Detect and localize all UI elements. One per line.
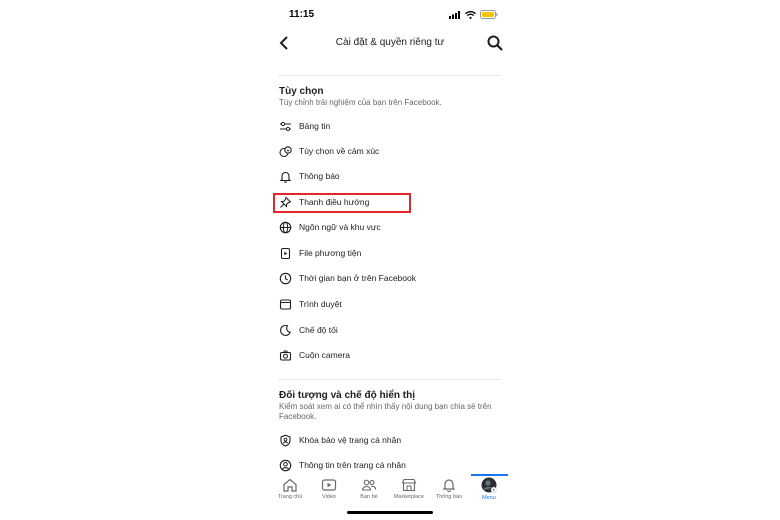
moon-icon (278, 323, 292, 337)
status-time: 11:15 (289, 9, 315, 20)
tab-label: Bạn bè (360, 494, 378, 500)
clock-icon (278, 271, 292, 285)
wifi-icon (465, 10, 476, 19)
section-divider (278, 75, 501, 76)
preferences-subtitle: Tùy chỉnh trải nghiệm của bạn trên Faceb… (279, 98, 442, 107)
settings-item-label: Khóa bảo vệ trang cá nhân (299, 435, 402, 445)
tab-marketplace[interactable]: Marketplace (390, 474, 428, 506)
settings-item-label: Chế độ tối (299, 325, 338, 335)
avatar-icon (481, 477, 497, 493)
video-icon (321, 479, 337, 491)
highlight-annotation-box (273, 193, 411, 213)
shield-user-icon (278, 433, 292, 447)
bottom-tab-bar: Trang chủ Video Bạn bè Marketplace Thông… (270, 474, 510, 506)
settings-item-label: Thông báo (299, 171, 340, 181)
section-divider (278, 379, 501, 380)
settings-item-label: Thời gian bạn ở trên Facebook (299, 273, 416, 283)
signal-icon (449, 10, 460, 19)
audience-title: Đối tượng và chế độ hiển thị (279, 390, 416, 401)
settings-item-label: Thông tin trên trang cá nhân (299, 460, 406, 470)
settings-item-notifications[interactable]: Thông báo (276, 165, 502, 187)
tab-label: Trang chủ (277, 494, 303, 500)
marketplace-icon (401, 478, 417, 492)
settings-item-label: Trình duyệt (299, 299, 342, 309)
home-indicator (347, 511, 433, 514)
phone-screen: 11:15 Cài đặt & quyền riêng tư Tùy chọn … (270, 0, 510, 520)
status-bar: 11:15 (270, 0, 510, 28)
user-circle-icon (278, 458, 292, 472)
tab-home[interactable]: Trang chủ (271, 474, 309, 506)
browser-icon (278, 297, 292, 311)
tab-label: Thông báo (435, 494, 463, 500)
page-title: Cài đặt & quyền riêng tư (335, 37, 445, 48)
settings-item-profile-lock[interactable]: Khóa bảo vệ trang cá nhân (276, 429, 502, 451)
status-icons (449, 10, 498, 19)
settings-item-camera-roll[interactable]: Cuộn camera (276, 344, 502, 366)
tab-label: Menu (482, 495, 496, 501)
active-tab-indicator (471, 474, 508, 476)
home-icon (283, 478, 297, 492)
friends-icon (361, 479, 377, 491)
globe-icon (278, 220, 292, 234)
tab-label: Video (322, 494, 336, 500)
settings-item-language-region[interactable]: Ngôn ngữ và khu vực (276, 216, 502, 238)
battery-icon (480, 10, 498, 19)
tab-video[interactable]: Video (310, 474, 348, 506)
settings-item-label: File phương tiện (299, 248, 362, 258)
settings-item-profile-info[interactable]: Thông tin trên trang cá nhân (276, 454, 502, 476)
sliders-icon (278, 119, 292, 133)
bell-icon (442, 479, 456, 492)
settings-item-browser[interactable]: Trình duyệt (276, 293, 502, 315)
tab-label: Marketplace (394, 494, 424, 500)
settings-header: Cài đặt & quyền riêng tư (270, 30, 510, 58)
tab-notifications[interactable]: Thông báo (430, 474, 468, 506)
audience-subtitle: Kiểm soát xem ai có thể nhìn thấy nội du… (279, 402, 492, 421)
settings-item-reactions[interactable]: Tùy chọn về cảm xúc (276, 140, 502, 162)
settings-item-dark-mode[interactable]: Chế độ tối (276, 319, 502, 341)
bell-icon (278, 169, 292, 183)
tab-menu[interactable]: Menu (470, 474, 508, 506)
settings-item-news-feed[interactable]: Bảng tin (276, 115, 502, 137)
settings-item-label: Tùy chọn về cảm xúc (299, 146, 380, 156)
search-icon[interactable] (486, 34, 504, 52)
camera-icon (278, 348, 292, 362)
preferences-title: Tùy chọn (279, 86, 324, 97)
settings-item-media[interactable]: File phương tiện (276, 242, 502, 264)
settings-item-label: Ngôn ngữ và khu vực (299, 222, 381, 232)
settings-item-label: Cuộn camera (299, 350, 351, 360)
settings-item-label: Bảng tin (299, 121, 331, 131)
settings-item-time-on-facebook[interactable]: Thời gian bạn ở trên Facebook (276, 267, 502, 289)
reactions-icon (278, 144, 292, 158)
tab-friends[interactable]: Bạn bè (350, 474, 388, 506)
media-file-icon (278, 246, 292, 260)
